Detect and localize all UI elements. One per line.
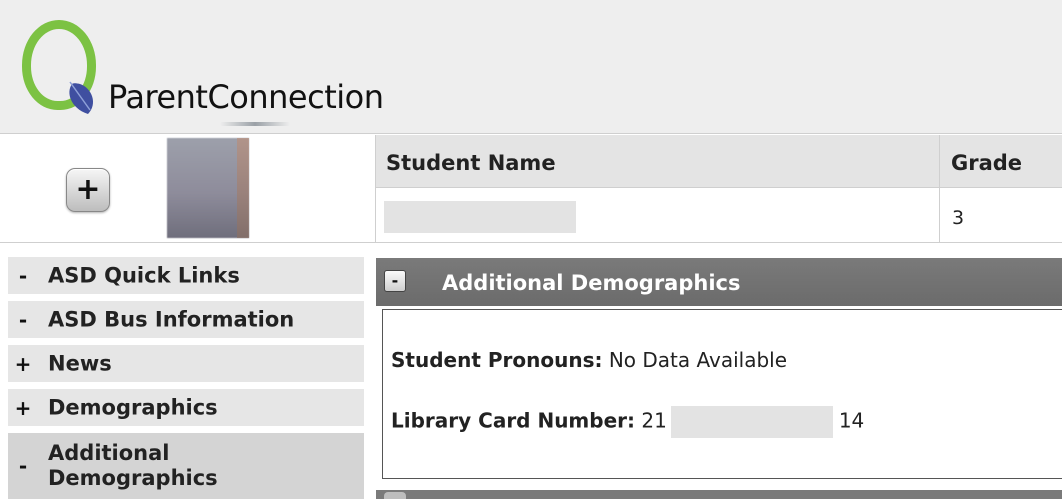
field-value-suffix: 14 [838, 408, 865, 433]
sidebar-item-label: Additional Demographics [48, 440, 218, 490]
sidebar-item-label: News [48, 350, 112, 375]
student-name-redacted [384, 201, 576, 233]
additional-demographics-panel-header: - Additional Demographics [376, 258, 1062, 306]
next-panel-header [376, 490, 1062, 499]
student-photo-edge [237, 138, 249, 238]
sidebar-item-demographics[interactable]: + Demographics [8, 389, 364, 426]
logo-swoosh [220, 122, 290, 126]
parentconnection-logo[interactable]: ParentConnection [10, 12, 450, 130]
additional-demographics-panel: Student Pronouns: No Data Available Libr… [382, 309, 1062, 479]
app-header: ParentConnection [0, 0, 1062, 134]
sidebar: - ASD Quick Links - ASD Bus Information … [0, 253, 366, 499]
next-panel-toggle[interactable] [384, 492, 406, 499]
student-table-header: Student Name Grade [376, 135, 1062, 188]
expand-students-button[interactable]: + [66, 168, 110, 212]
collapse-icon[interactable]: - [12, 454, 34, 478]
library-card-redacted [670, 406, 833, 438]
sidebar-item-label: Demographics [48, 394, 218, 419]
expand-icon[interactable]: + [12, 352, 34, 376]
column-divider [939, 135, 940, 243]
field-value-prefix: 21 [641, 408, 667, 433]
expand-icon[interactable]: + [12, 396, 34, 420]
panel-title: Additional Demographics [442, 271, 741, 295]
collapse-panel-button[interactable]: - [384, 270, 406, 292]
sidebar-item-label: ASD Bus Information [48, 306, 295, 331]
sidebar-item-label: ASD Quick Links [48, 262, 240, 287]
logo-text: ParentConnection [108, 78, 384, 116]
student-grade-value: 3 [952, 207, 965, 229]
field-label: Student Pronouns: [391, 348, 603, 372]
collapse-icon[interactable]: - [12, 308, 34, 332]
sidebar-item-additional-demographics[interactable]: - Additional Demographics [8, 433, 364, 499]
field-value: No Data Available [608, 348, 788, 372]
leaf-icon [66, 76, 94, 114]
sidebar-item-asd-quick-links[interactable]: - ASD Quick Links [8, 257, 364, 294]
column-header-student-name: Student Name [386, 151, 556, 175]
sidebar-item-asd-bus-information[interactable]: - ASD Bus Information [8, 301, 364, 338]
field-label: Library Card Number: [391, 408, 636, 433]
collapse-icon[interactable]: - [12, 264, 34, 288]
student-table: Student Name Grade 3 [375, 135, 1062, 243]
sidebar-item-news[interactable]: + News [8, 345, 364, 382]
field-student-pronouns: Student Pronouns: No Data Available [391, 348, 787, 372]
student-selector: + Student Name Grade 3 [0, 135, 1062, 243]
field-library-card-number: Library Card Number: 21 14 [391, 406, 864, 438]
column-header-grade: Grade [951, 151, 1023, 175]
